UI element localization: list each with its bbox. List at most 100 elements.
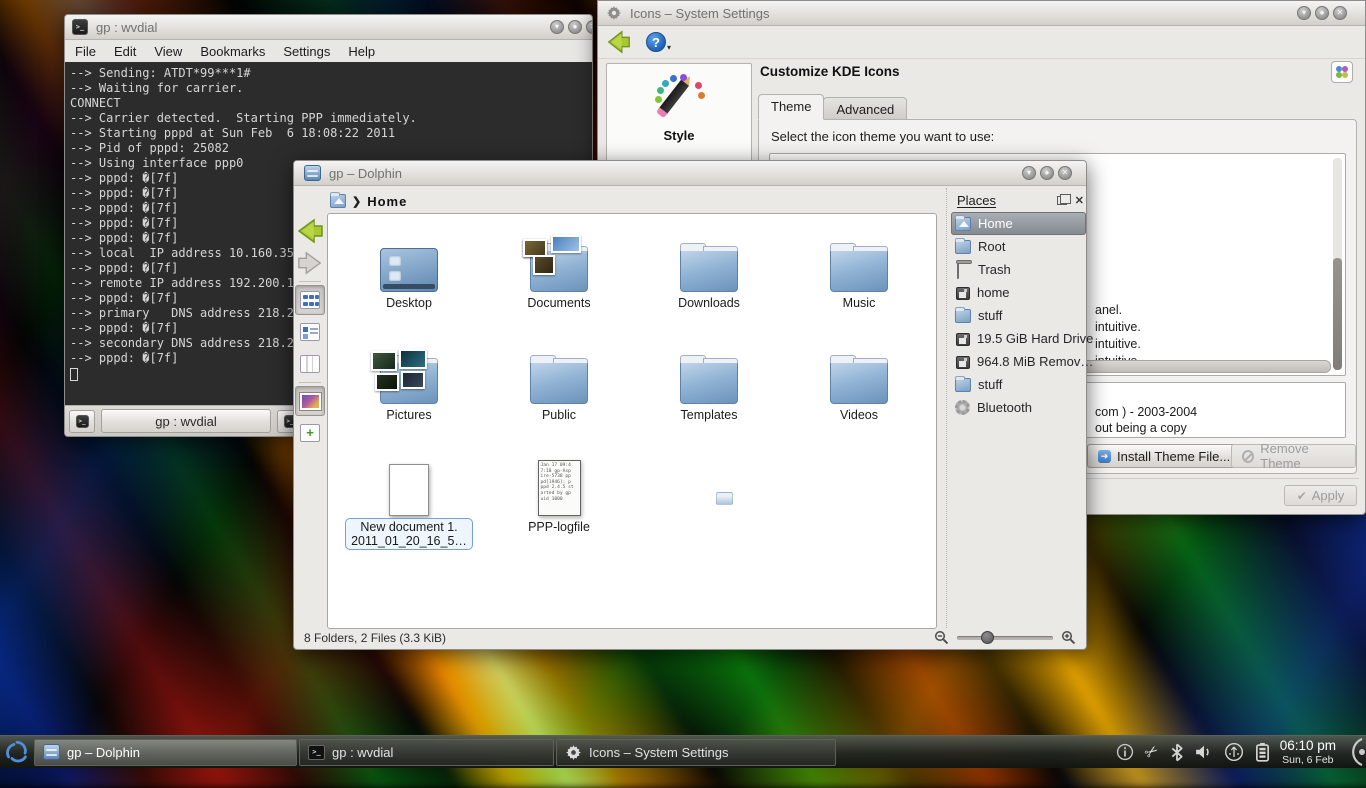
system-settings-titlebar[interactable]: Icons – System Settings ▾ ● ✕ bbox=[598, 1, 1365, 26]
zoom-slider[interactable] bbox=[957, 636, 1053, 640]
menu-settings[interactable]: Settings bbox=[283, 44, 330, 59]
apply-button[interactable]: ✔ Apply bbox=[1284, 485, 1357, 506]
file-item-public[interactable]: Public bbox=[484, 330, 634, 442]
apply-label: Apply bbox=[1312, 488, 1345, 503]
terminal-icon: >_ bbox=[72, 19, 88, 35]
tab-advanced[interactable]: Advanced bbox=[823, 97, 907, 120]
place-stuff[interactable]: stuff bbox=[951, 304, 1086, 327]
place-home-partition[interactable]: home bbox=[951, 281, 1086, 304]
file-item-videos[interactable]: Videos bbox=[784, 330, 934, 442]
home-icon bbox=[955, 217, 971, 231]
konsole-tab-label: gp : wvdial bbox=[155, 414, 216, 429]
place-hard-drive[interactable]: 19.5 GiB Hard Drive bbox=[951, 327, 1086, 350]
place-trash[interactable]: Trash bbox=[951, 258, 1086, 281]
icons-view-icon bbox=[300, 291, 320, 309]
place-bluetooth[interactable]: Bluetooth bbox=[951, 396, 1086, 419]
dolphin-titlebar[interactable]: gp – Dolphin ▾ ● ✕ bbox=[294, 161, 1086, 186]
task-label: Icons – System Settings bbox=[589, 745, 728, 760]
folder-icon bbox=[955, 309, 971, 323]
file-label: Videos bbox=[840, 408, 878, 422]
forward-button[interactable] bbox=[295, 248, 325, 278]
volume-icon[interactable] bbox=[1195, 744, 1213, 760]
file-item-music[interactable]: Music bbox=[784, 218, 934, 330]
remove-theme-button[interactable]: Remove Theme bbox=[1231, 444, 1356, 468]
file-label: Desktop bbox=[386, 296, 432, 310]
close-panel-icon[interactable]: ✕ bbox=[1075, 194, 1084, 207]
device-notifier-icon[interactable] bbox=[1224, 742, 1244, 762]
close-button[interactable]: ✕ bbox=[586, 20, 592, 34]
back-button[interactable] bbox=[295, 216, 325, 246]
details-view-button[interactable] bbox=[295, 317, 325, 347]
file-item-desktop[interactable]: Desktop bbox=[334, 218, 484, 330]
file-item-downloads[interactable]: Downloads bbox=[634, 218, 784, 330]
file-item-templates[interactable]: Templates bbox=[634, 330, 784, 442]
bluetooth-icon[interactable] bbox=[1170, 743, 1184, 762]
zoom-out-icon[interactable] bbox=[934, 630, 949, 645]
columns-view-button[interactable] bbox=[295, 349, 325, 379]
file-item-new-document[interactable]: New document 1. 2011_01_20_16_5… bbox=[334, 442, 484, 554]
system-settings-toolbar: ? ▾ bbox=[598, 26, 1365, 59]
task-system-settings[interactable]: Icons – System Settings bbox=[556, 739, 836, 766]
place-removable[interactable]: 964.8 MiB Remov… bbox=[951, 350, 1086, 373]
status-text: 8 Folders, 2 Files (3.3 KiB) bbox=[304, 631, 446, 645]
menu-help[interactable]: Help bbox=[348, 44, 375, 59]
icons-view-button[interactable] bbox=[295, 285, 325, 315]
app-launcher-button[interactable] bbox=[2, 738, 31, 767]
info-icon[interactable] bbox=[1116, 743, 1134, 761]
maximize-button[interactable]: ● bbox=[1040, 166, 1054, 180]
task-wvdial[interactable]: >_ gp : wvdial bbox=[299, 739, 554, 766]
menu-bookmarks[interactable]: Bookmarks bbox=[200, 44, 265, 59]
konsole-titlebar[interactable]: >_ gp : wvdial ▾ ● ✕ bbox=[65, 15, 592, 40]
place-label: home bbox=[977, 285, 1010, 300]
home-folder-icon[interactable] bbox=[330, 194, 346, 208]
check-icon: ✔ bbox=[1297, 489, 1307, 503]
place-label: Trash bbox=[978, 262, 1011, 277]
float-panel-icon[interactable] bbox=[1057, 196, 1067, 205]
maximize-button[interactable]: ● bbox=[568, 20, 582, 34]
preview-button[interactable] bbox=[295, 386, 325, 416]
help-button[interactable]: ? ▾ bbox=[646, 32, 671, 52]
folder-view[interactable]: Desktop Documents Downloads Music bbox=[327, 213, 937, 629]
file-item-pictures[interactable]: Pictures bbox=[334, 330, 484, 442]
minimize-button[interactable]: ▾ bbox=[550, 20, 564, 34]
close-button[interactable]: ✕ bbox=[1333, 6, 1347, 20]
close-button[interactable]: ✕ bbox=[1058, 166, 1072, 180]
menu-file[interactable]: File bbox=[75, 44, 96, 59]
tab-theme[interactable]: Theme bbox=[758, 94, 824, 120]
folder-icon bbox=[830, 360, 888, 404]
place-stuff-2[interactable]: stuff bbox=[951, 373, 1086, 396]
back-button[interactable] bbox=[606, 29, 632, 55]
clock[interactable]: 06:10 pm Sun, 6 Feb bbox=[1280, 738, 1336, 766]
vertical-scrollbar[interactable] bbox=[1333, 158, 1342, 370]
install-theme-button[interactable]: ➜ Install Theme File... bbox=[1087, 444, 1241, 468]
menu-view[interactable]: View bbox=[154, 44, 182, 59]
maximize-button[interactable]: ● bbox=[1315, 6, 1329, 20]
place-home[interactable]: Home bbox=[951, 212, 1086, 235]
minimize-button[interactable]: ▾ bbox=[1297, 6, 1311, 20]
task-dolphin[interactable]: gp – Dolphin bbox=[34, 739, 297, 766]
theme-description-fragment: anel. bbox=[1095, 303, 1122, 317]
split-view-button[interactable]: + bbox=[295, 418, 325, 448]
zoom-slider-handle[interactable] bbox=[981, 631, 994, 644]
file-label: Music bbox=[843, 296, 876, 310]
taskbar: gp – Dolphin >_ gp : wvdial Icons – Syst… bbox=[0, 735, 1366, 768]
minimize-button[interactable]: ▾ bbox=[1022, 166, 1036, 180]
description-line: com ) - 2003-2004 bbox=[1095, 405, 1197, 419]
konsole-tab[interactable]: gp : wvdial bbox=[101, 409, 271, 433]
breadcrumb-home[interactable]: Home bbox=[367, 194, 407, 209]
scrollbar-thumb[interactable] bbox=[1333, 258, 1342, 370]
menu-edit[interactable]: Edit bbox=[114, 44, 136, 59]
panel-toolbox-icon[interactable] bbox=[1340, 737, 1366, 767]
file-item-documents[interactable]: Documents bbox=[484, 218, 634, 330]
sidebar-item-style[interactable]: Style bbox=[607, 64, 751, 143]
new-tab-button[interactable]: >_ bbox=[69, 410, 95, 433]
theme-description-fragment: intuitive. bbox=[1095, 320, 1141, 334]
file-item-ppp-logfile[interactable]: Jan 17 09:4 7:18 gp-Asp ire-5738 pp pd[1… bbox=[484, 442, 634, 554]
place-root[interactable]: Root bbox=[951, 235, 1086, 258]
terminal-line: CONNECT bbox=[70, 96, 592, 111]
battery-icon[interactable] bbox=[1255, 742, 1270, 762]
clipboard-scissors-icon[interactable]: ✂ bbox=[1141, 740, 1163, 764]
konsole-window-title: gp : wvdial bbox=[96, 20, 157, 35]
theme-description-fragment: intuitive. bbox=[1095, 337, 1141, 351]
zoom-in-icon[interactable] bbox=[1061, 630, 1076, 645]
